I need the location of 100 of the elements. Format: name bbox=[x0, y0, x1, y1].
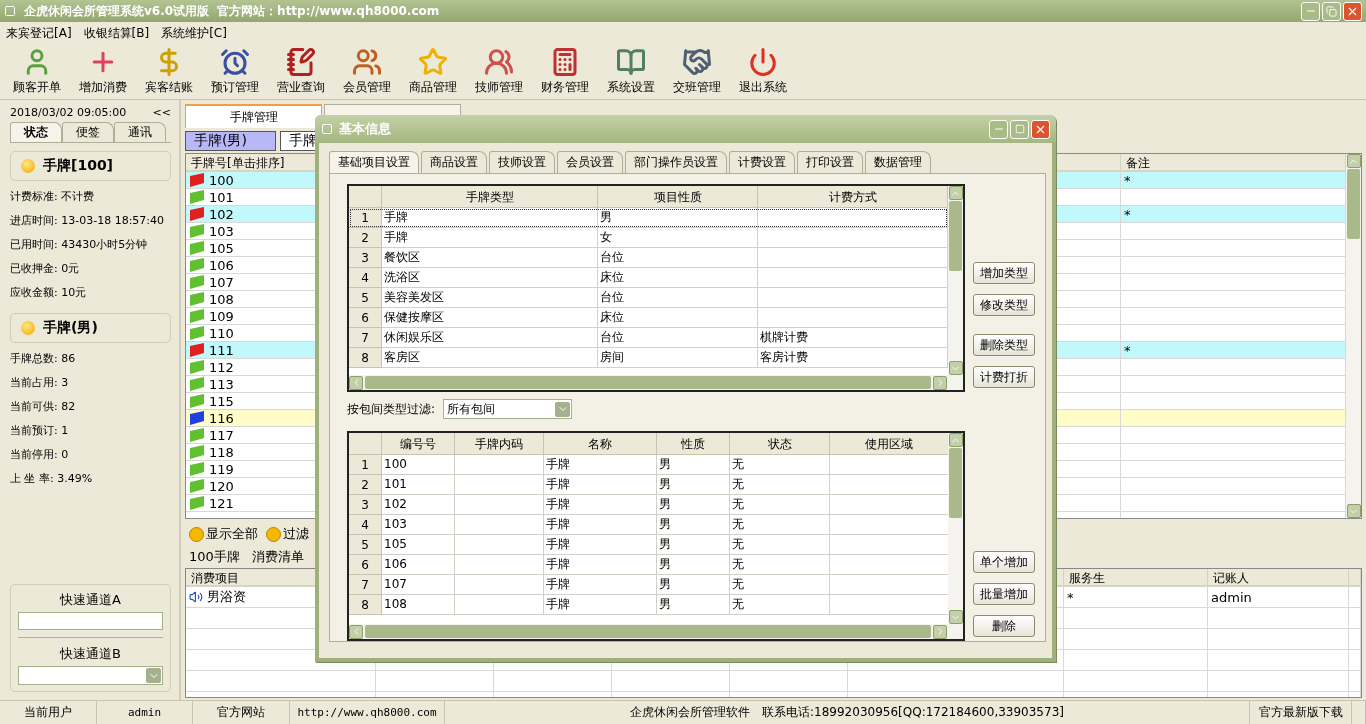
card-title: 手牌[100] bbox=[43, 157, 114, 175]
table-cell: 无 bbox=[730, 515, 830, 535]
stat-text: 当前可供: 82 bbox=[10, 399, 77, 415]
table-cell: 107 bbox=[209, 274, 234, 290]
table-cell: 保健按摩区 bbox=[382, 308, 598, 328]
bill-info-text: 消费清单 bbox=[251, 548, 304, 566]
table-cell: 120 bbox=[209, 478, 234, 494]
status-text: 官方网站 bbox=[193, 701, 290, 724]
row-number: 7 bbox=[349, 328, 382, 348]
table-cell: * bbox=[1124, 206, 1131, 222]
table-cell: 100 bbox=[382, 455, 455, 475]
row-number: 8 bbox=[349, 595, 382, 615]
table-cell: 118 bbox=[209, 444, 234, 460]
table-cell: 112 bbox=[209, 359, 234, 375]
row-number: 3 bbox=[349, 495, 382, 515]
product-text: 企虎休闲会所管理软件 bbox=[630, 704, 751, 721]
window-title: 企虎休闲会所管理系统v6.0试用版 bbox=[24, 2, 210, 20]
table-cell: 客房区 bbox=[382, 348, 598, 368]
table-cell: 手牌 bbox=[544, 595, 657, 615]
table-cell: 男 bbox=[598, 208, 758, 228]
table-cell: 100 bbox=[209, 172, 234, 188]
table-cell: 115 bbox=[209, 393, 234, 409]
table-cell: 103 bbox=[209, 223, 234, 239]
table-cell: 116 bbox=[209, 410, 234, 426]
row-number: 5 bbox=[349, 535, 382, 555]
table-cell: 手牌 bbox=[544, 535, 657, 555]
row-number: 2 bbox=[349, 228, 382, 248]
table-cell: * bbox=[1124, 172, 1131, 188]
field-label: 快速通道A bbox=[59, 591, 122, 609]
dialog-title: 基本信息 bbox=[339, 120, 391, 138]
table-cell: 105 bbox=[209, 240, 234, 256]
table-cell: 男浴资 bbox=[207, 588, 246, 606]
table-cell: 手牌 bbox=[544, 515, 657, 535]
table-cell: 台位 bbox=[598, 248, 758, 268]
table-cell: 床位 bbox=[598, 308, 758, 328]
table-cell: 手牌 bbox=[544, 575, 657, 595]
table-cell: 床位 bbox=[598, 268, 758, 288]
row-number: 3 bbox=[349, 248, 382, 268]
table-cell: * bbox=[1067, 589, 1074, 605]
table-cell: 106 bbox=[382, 555, 455, 575]
table-cell: 手牌 bbox=[544, 555, 657, 575]
table-cell: 手牌 bbox=[544, 475, 657, 495]
table-cell: 105 bbox=[382, 535, 455, 555]
table-cell: 108 bbox=[209, 291, 234, 307]
status-text: 当前用户 bbox=[0, 701, 97, 724]
table-cell: 无 bbox=[730, 555, 830, 575]
status-text: admin bbox=[97, 701, 193, 724]
stat-text: 当前占用: 3 bbox=[10, 375, 70, 391]
row-number: 4 bbox=[349, 515, 382, 535]
row-number: 4 bbox=[349, 268, 382, 288]
table-cell: 103 bbox=[382, 515, 455, 535]
table-cell: 女 bbox=[598, 228, 758, 248]
table-cell: 台位 bbox=[598, 288, 758, 308]
table-cell: 101 bbox=[382, 475, 455, 495]
table-cell: 无 bbox=[730, 495, 830, 515]
table-cell: 台位 bbox=[598, 328, 758, 348]
table-cell: 无 bbox=[730, 535, 830, 555]
table-cell: 男 bbox=[657, 555, 730, 575]
table-cell: 121 bbox=[209, 495, 234, 511]
table-cell: 119 bbox=[209, 461, 234, 477]
stat-text: 当前预订: 1 bbox=[10, 423, 70, 439]
info-text: 已用时间: 43430小时5分钟 bbox=[10, 237, 149, 253]
table-cell: 男 bbox=[657, 475, 730, 495]
datetime-text: 2018/03/02 09:05:00 bbox=[10, 105, 127, 119]
table-cell: 101 bbox=[209, 189, 234, 205]
table-cell: 房间 bbox=[598, 348, 758, 368]
bill-info-text: 100手牌 bbox=[189, 548, 240, 566]
table-cell: 无 bbox=[730, 595, 830, 615]
table-cell: 客房计费 bbox=[758, 348, 948, 368]
info-text: 应收金额: 10元 bbox=[10, 285, 88, 301]
table-cell: 男 bbox=[657, 595, 730, 615]
table-cell: 111 bbox=[209, 342, 234, 358]
table-cell: 男 bbox=[657, 575, 730, 595]
table-cell: * bbox=[1124, 342, 1131, 358]
contact-text: 联系电话:18992030956[QQ:172184600,33903573] bbox=[762, 704, 1064, 721]
stat-text: 上 坐 率: 3.49% bbox=[10, 471, 94, 487]
table-cell: 手牌 bbox=[382, 208, 598, 228]
row-number: 6 bbox=[349, 555, 382, 575]
table-cell: admin bbox=[1211, 589, 1252, 605]
table-cell: 无 bbox=[730, 575, 830, 595]
row-number: 1 bbox=[349, 455, 382, 475]
table-cell: 餐饮区 bbox=[382, 248, 598, 268]
table-cell: 102 bbox=[382, 495, 455, 515]
card-title: 手牌(男) bbox=[43, 319, 98, 337]
table-cell: 107 bbox=[382, 575, 455, 595]
row-number: 8 bbox=[349, 348, 382, 368]
row-number: 5 bbox=[349, 288, 382, 308]
info-text: 计费标准: 不计费 bbox=[10, 189, 96, 205]
table-cell: 110 bbox=[209, 325, 234, 341]
website-text: 官方网站：http://www.qh8000.com bbox=[217, 2, 440, 20]
table-cell: 102 bbox=[209, 206, 234, 222]
table-cell: 无 bbox=[730, 455, 830, 475]
table-cell: 美容美发区 bbox=[382, 288, 598, 308]
table-cell: 117 bbox=[209, 427, 234, 443]
table-cell: 男 bbox=[657, 535, 730, 555]
table-cell: 109 bbox=[209, 308, 234, 324]
stat-text: 手牌总数: 86 bbox=[10, 351, 77, 367]
table-cell: 休闲娱乐区 bbox=[382, 328, 598, 348]
table-cell: 108 bbox=[382, 595, 455, 615]
table-cell: 113 bbox=[209, 376, 234, 392]
